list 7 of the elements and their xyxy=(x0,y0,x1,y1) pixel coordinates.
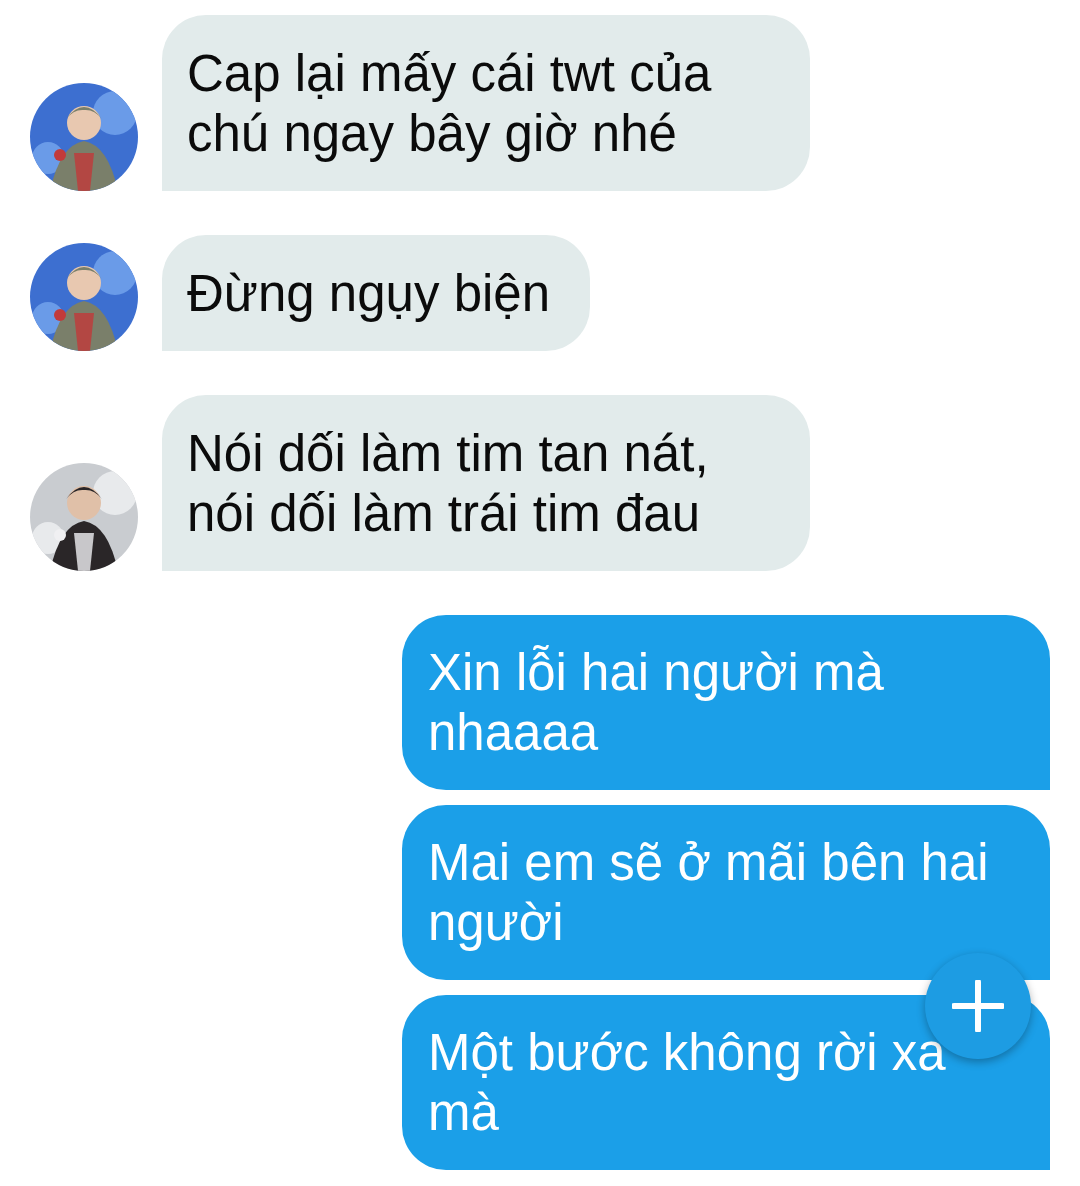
message-bubble: Nói dối làm tim tan nát, nói dối làm trái tim đau xyxy=(162,395,810,571)
message-bubble: Một bước không rời xa mà xyxy=(402,995,1050,1170)
message-bubble: Mai em sẽ ở mãi bên hai người xyxy=(402,805,1050,980)
message-bubble: Đừng ngụy biện xyxy=(162,235,591,351)
plus-icon xyxy=(952,980,1004,1032)
message-bubble: Cap lại mấy cái twt của chú ngay bây giờ nhé xyxy=(162,15,810,191)
message-bubble: Xin lỗi hai người mà nhaaaa xyxy=(402,615,1050,790)
